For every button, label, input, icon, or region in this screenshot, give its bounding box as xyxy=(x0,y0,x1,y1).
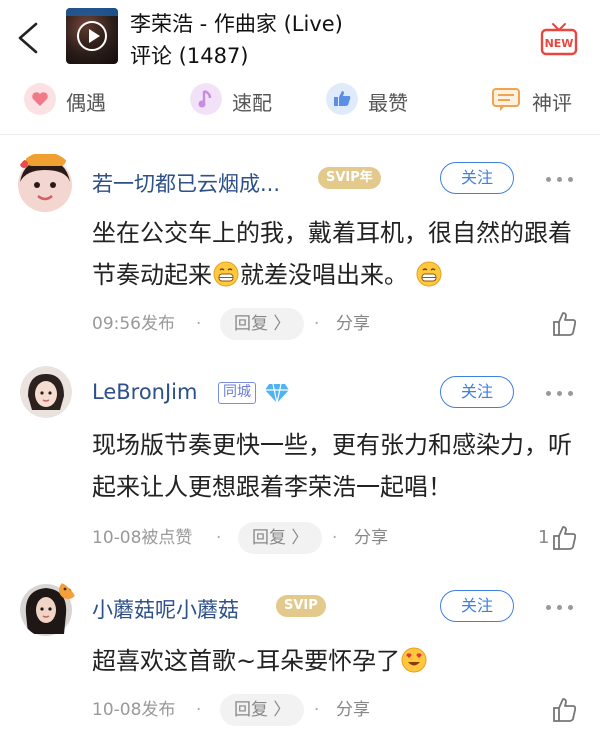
comment-count-title: 评论 (1487) xyxy=(130,44,249,68)
avatar[interactable] xyxy=(20,580,78,638)
filter-tabs: 偶遇 速配 最赞 神评 xyxy=(0,78,600,128)
grin-emoji-icon xyxy=(213,261,239,287)
share-button[interactable]: 分享 xyxy=(336,694,370,726)
more-icon[interactable] xyxy=(544,383,576,403)
comment-text: 现场版节奏更快一些，更有张力和感染力，听起来让人更想跟着李荣浩一起唱！ xyxy=(92,431,572,501)
album-cover[interactable] xyxy=(66,8,118,64)
avatar[interactable] xyxy=(14,152,76,214)
more-icon[interactable] xyxy=(544,597,576,617)
comment-item: LeBronJim 同城 关注 现场版节奏更快一些，更有张力和感染力，听起来让人… xyxy=(0,358,600,568)
follow-button[interactable]: 关注 xyxy=(440,162,514,194)
comment-text-part: 就差没唱出来。 xyxy=(240,261,408,289)
reply-button[interactable]: 回复 〉 xyxy=(238,522,323,554)
heart-icon xyxy=(24,83,56,115)
heart-eyes-emoji-icon xyxy=(401,647,427,673)
svip-badge: SVIP xyxy=(276,595,326,617)
tab-label: 神评 xyxy=(532,91,572,115)
comment-text: 超喜欢这首歌~耳朵要怀孕了 xyxy=(92,640,582,682)
tab-label: 速配 xyxy=(232,91,272,115)
diamond-icon xyxy=(265,383,289,404)
comment-time: 09:56发布 xyxy=(92,314,175,334)
thumbs-up-icon xyxy=(326,83,358,115)
share-button[interactable]: 分享 xyxy=(354,522,388,554)
tab-label: 最赞 xyxy=(368,91,408,115)
grin-emoji-icon xyxy=(416,261,442,287)
same-city-badge: 同城 xyxy=(218,382,256,404)
avatar[interactable] xyxy=(20,366,72,418)
comment-item: 小蘑菇呢小蘑菇 SVIP 关注 超喜欢这首歌~耳朵要怀孕了 10-08发布 · … xyxy=(0,570,600,737)
separator-dot: · xyxy=(196,314,202,334)
thumbs-up-icon[interactable] xyxy=(552,310,578,338)
comment-item: 若一切都已云烟成... SVIP年 关注 坐在公交车上的我，戴着耳机，很自然的跟… xyxy=(0,140,600,350)
comment-time: 10-08被点赞 xyxy=(92,528,193,548)
comment-time: 10-08发布 xyxy=(92,700,176,720)
thumbs-up-icon[interactable] xyxy=(552,696,578,724)
svip-badge: SVIP年 xyxy=(318,167,381,189)
new-badge-text: NEW xyxy=(545,37,574,50)
comment-text: 坐在公交车上的我，戴着耳机，很自然的跟着节奏动起来 就差没唱出来。 xyxy=(92,212,582,296)
more-icon[interactable] xyxy=(544,169,576,189)
divider xyxy=(0,134,600,135)
new-tv-icon[interactable]: NEW xyxy=(540,22,578,56)
song-title: 李荣浩 - 作曲家 (Live) xyxy=(130,12,343,36)
like-count: 1 xyxy=(538,527,550,548)
follow-button[interactable]: 关注 xyxy=(440,590,514,622)
music-note-icon xyxy=(190,83,222,115)
speech-bubble-icon xyxy=(492,88,520,111)
back-arrow-icon[interactable] xyxy=(14,20,44,56)
thumbs-up-icon[interactable] xyxy=(552,524,578,552)
username[interactable]: 若一切都已云烟成... xyxy=(92,168,280,198)
tab-label: 偶遇 xyxy=(66,91,106,115)
username[interactable]: LeBronJim xyxy=(92,380,197,404)
play-icon[interactable] xyxy=(77,21,107,51)
reply-button[interactable]: 回复 〉 xyxy=(220,694,305,726)
share-button[interactable]: 分享 xyxy=(336,308,370,340)
separator-dot: · xyxy=(196,700,202,720)
top-bar: 李荣浩 - 作曲家 (Live) 评论 (1487) NEW xyxy=(0,0,600,74)
comment-text-part: 超喜欢这首歌~耳朵要怀孕了 xyxy=(92,647,401,675)
separator-dot: · xyxy=(314,700,320,720)
separator-dot: · xyxy=(314,314,320,334)
follow-button[interactable]: 关注 xyxy=(440,376,514,408)
separator-dot: · xyxy=(216,528,222,548)
username[interactable]: 小蘑菇呢小蘑菇 xyxy=(92,594,239,624)
reply-button[interactable]: 回复 〉 xyxy=(220,308,305,340)
separator-dot: · xyxy=(332,528,338,548)
